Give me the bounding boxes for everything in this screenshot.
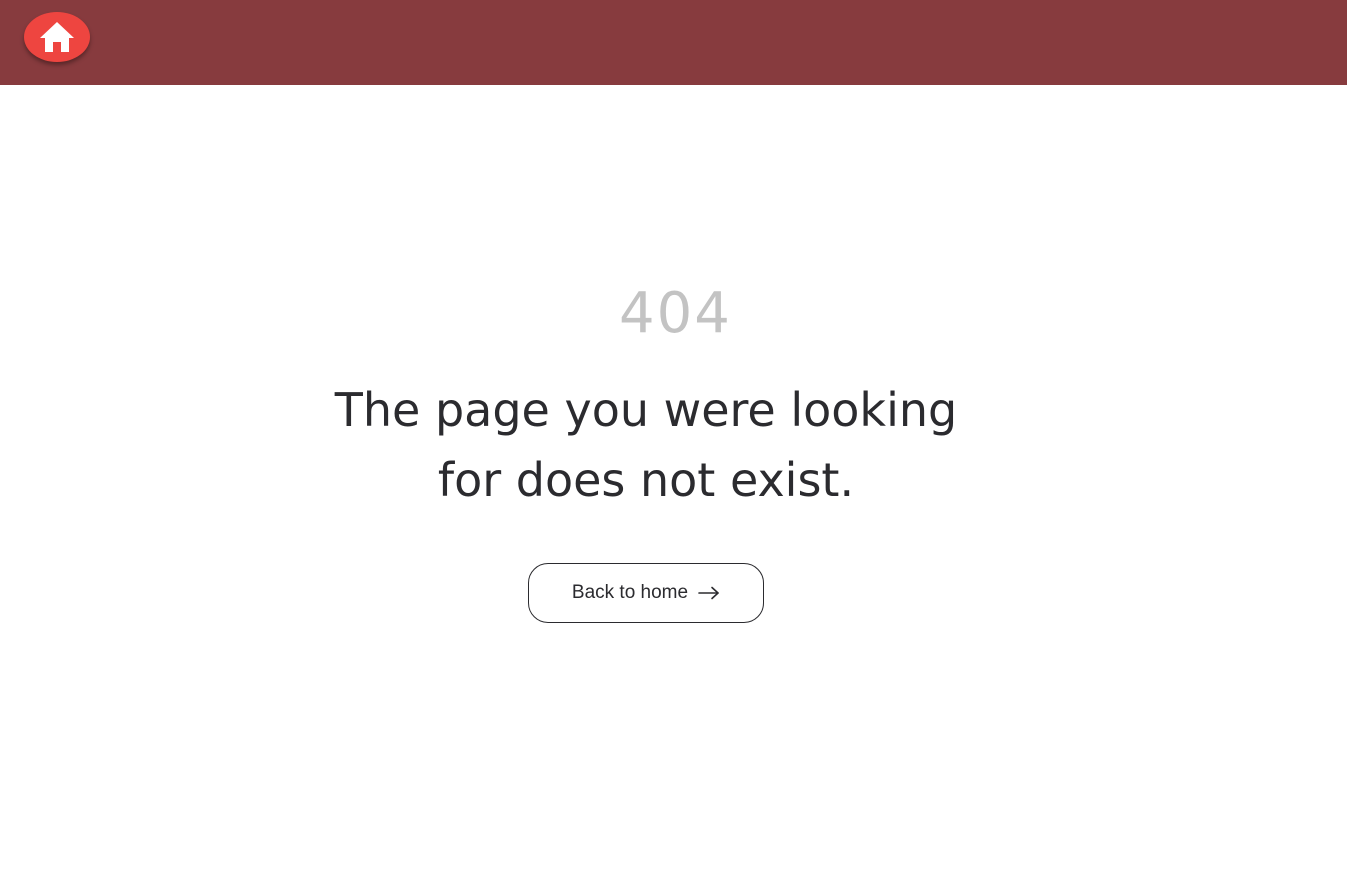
back-to-home-button[interactable]: Back to home [528, 563, 764, 623]
back-to-home-label: Back to home [571, 582, 689, 603]
error-code: 404 [619, 281, 732, 346]
error-message: The page you were looking for does not e… [334, 383, 958, 507]
top-bar [0, 0, 1347, 85]
arrow-right-icon [698, 586, 719, 600]
main-content: 404 The page you were looking for does n… [0, 85, 1347, 896]
home-icon [40, 22, 74, 52]
home-button[interactable] [24, 12, 90, 62]
